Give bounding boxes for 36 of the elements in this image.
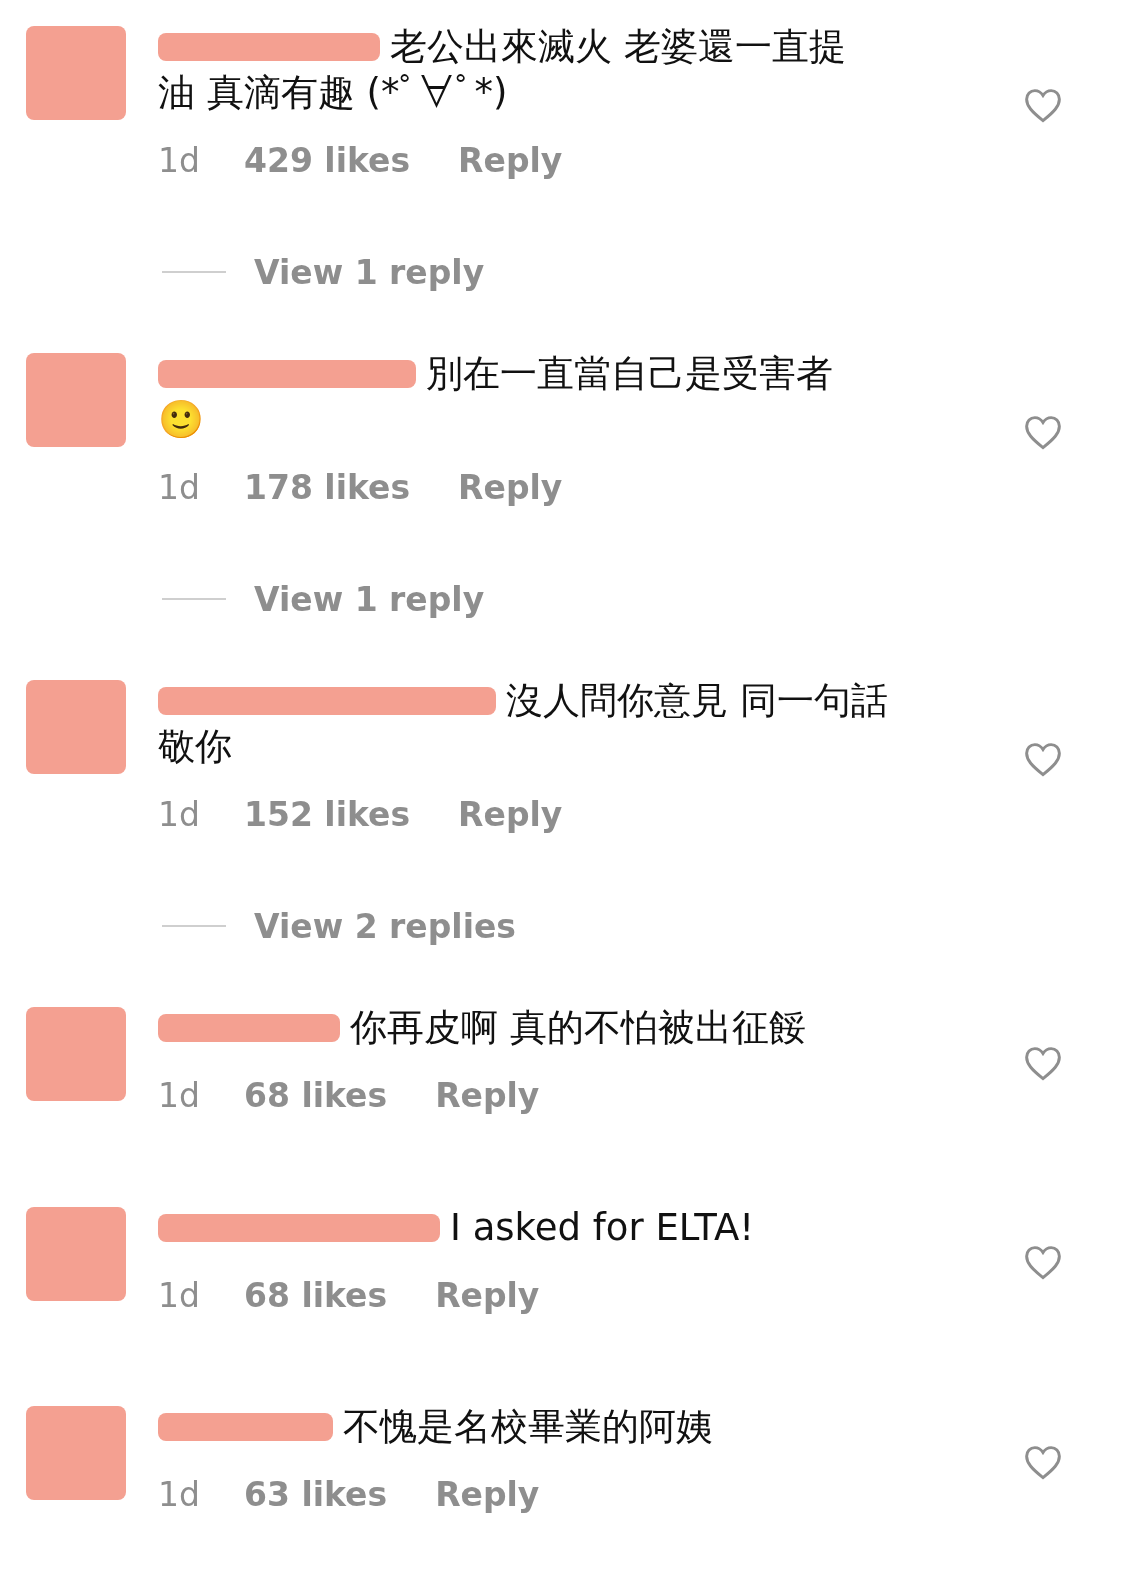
like-count[interactable]: 68 likes <box>244 1071 388 1121</box>
reply-button[interactable]: Reply <box>458 790 563 840</box>
comment-text: 敬你 <box>158 724 232 770</box>
comment-text: 油 真滴有趣 (*ﾟ∀ﾟ*) <box>158 70 508 116</box>
heart-icon[interactable] <box>1023 740 1063 777</box>
reply-button[interactable]: Reply <box>435 1470 540 1520</box>
reply-button[interactable]: Reply <box>435 1270 540 1320</box>
like-count[interactable]: 63 likes <box>244 1470 388 1520</box>
heart-icon[interactable] <box>1023 1443 1063 1480</box>
reply-button[interactable]: Reply <box>458 463 563 513</box>
like-count[interactable]: 429 likes <box>244 136 411 186</box>
comment-text: I asked for ELTA! <box>450 1204 755 1251</box>
like-count[interactable]: 178 likes <box>244 463 411 513</box>
comment-text: 你再皮啊 真的不怕被出征餒 <box>350 1005 806 1051</box>
comment-text: 別在一直當自己是受害者 <box>426 351 833 397</box>
comment-time: 1d <box>158 140 201 182</box>
heart-icon[interactable] <box>1023 413 1063 450</box>
view-replies-button[interactable]: View 1 reply <box>254 574 485 624</box>
comment-time: 1d <box>158 1474 201 1516</box>
heart-icon[interactable] <box>1023 86 1063 123</box>
comment-time: 1d <box>158 794 201 836</box>
comment-text: 不愧是名校畢業的阿姨 <box>343 1404 713 1450</box>
comment-time: 1d <box>158 1274 201 1317</box>
view-replies-button[interactable]: View 1 reply <box>254 247 485 297</box>
reply-button[interactable]: Reply <box>458 136 563 186</box>
heart-icon[interactable] <box>1023 1244 1063 1281</box>
like-count[interactable]: 68 likes <box>244 1270 388 1320</box>
comment-text: 沒人問你意見 同一句話 <box>506 678 888 724</box>
heart-icon[interactable] <box>1023 1044 1063 1081</box>
comment-text: 🙂 <box>158 397 204 443</box>
comment-text: 老公出來滅火 老婆還一直提 <box>390 24 846 70</box>
comment-time: 1d <box>158 1075 201 1117</box>
comment-time: 1d <box>158 467 201 509</box>
like-count[interactable]: 152 likes <box>244 790 411 840</box>
reply-button[interactable]: Reply <box>435 1071 540 1121</box>
view-replies-button[interactable]: View 2 replies <box>254 901 516 951</box>
